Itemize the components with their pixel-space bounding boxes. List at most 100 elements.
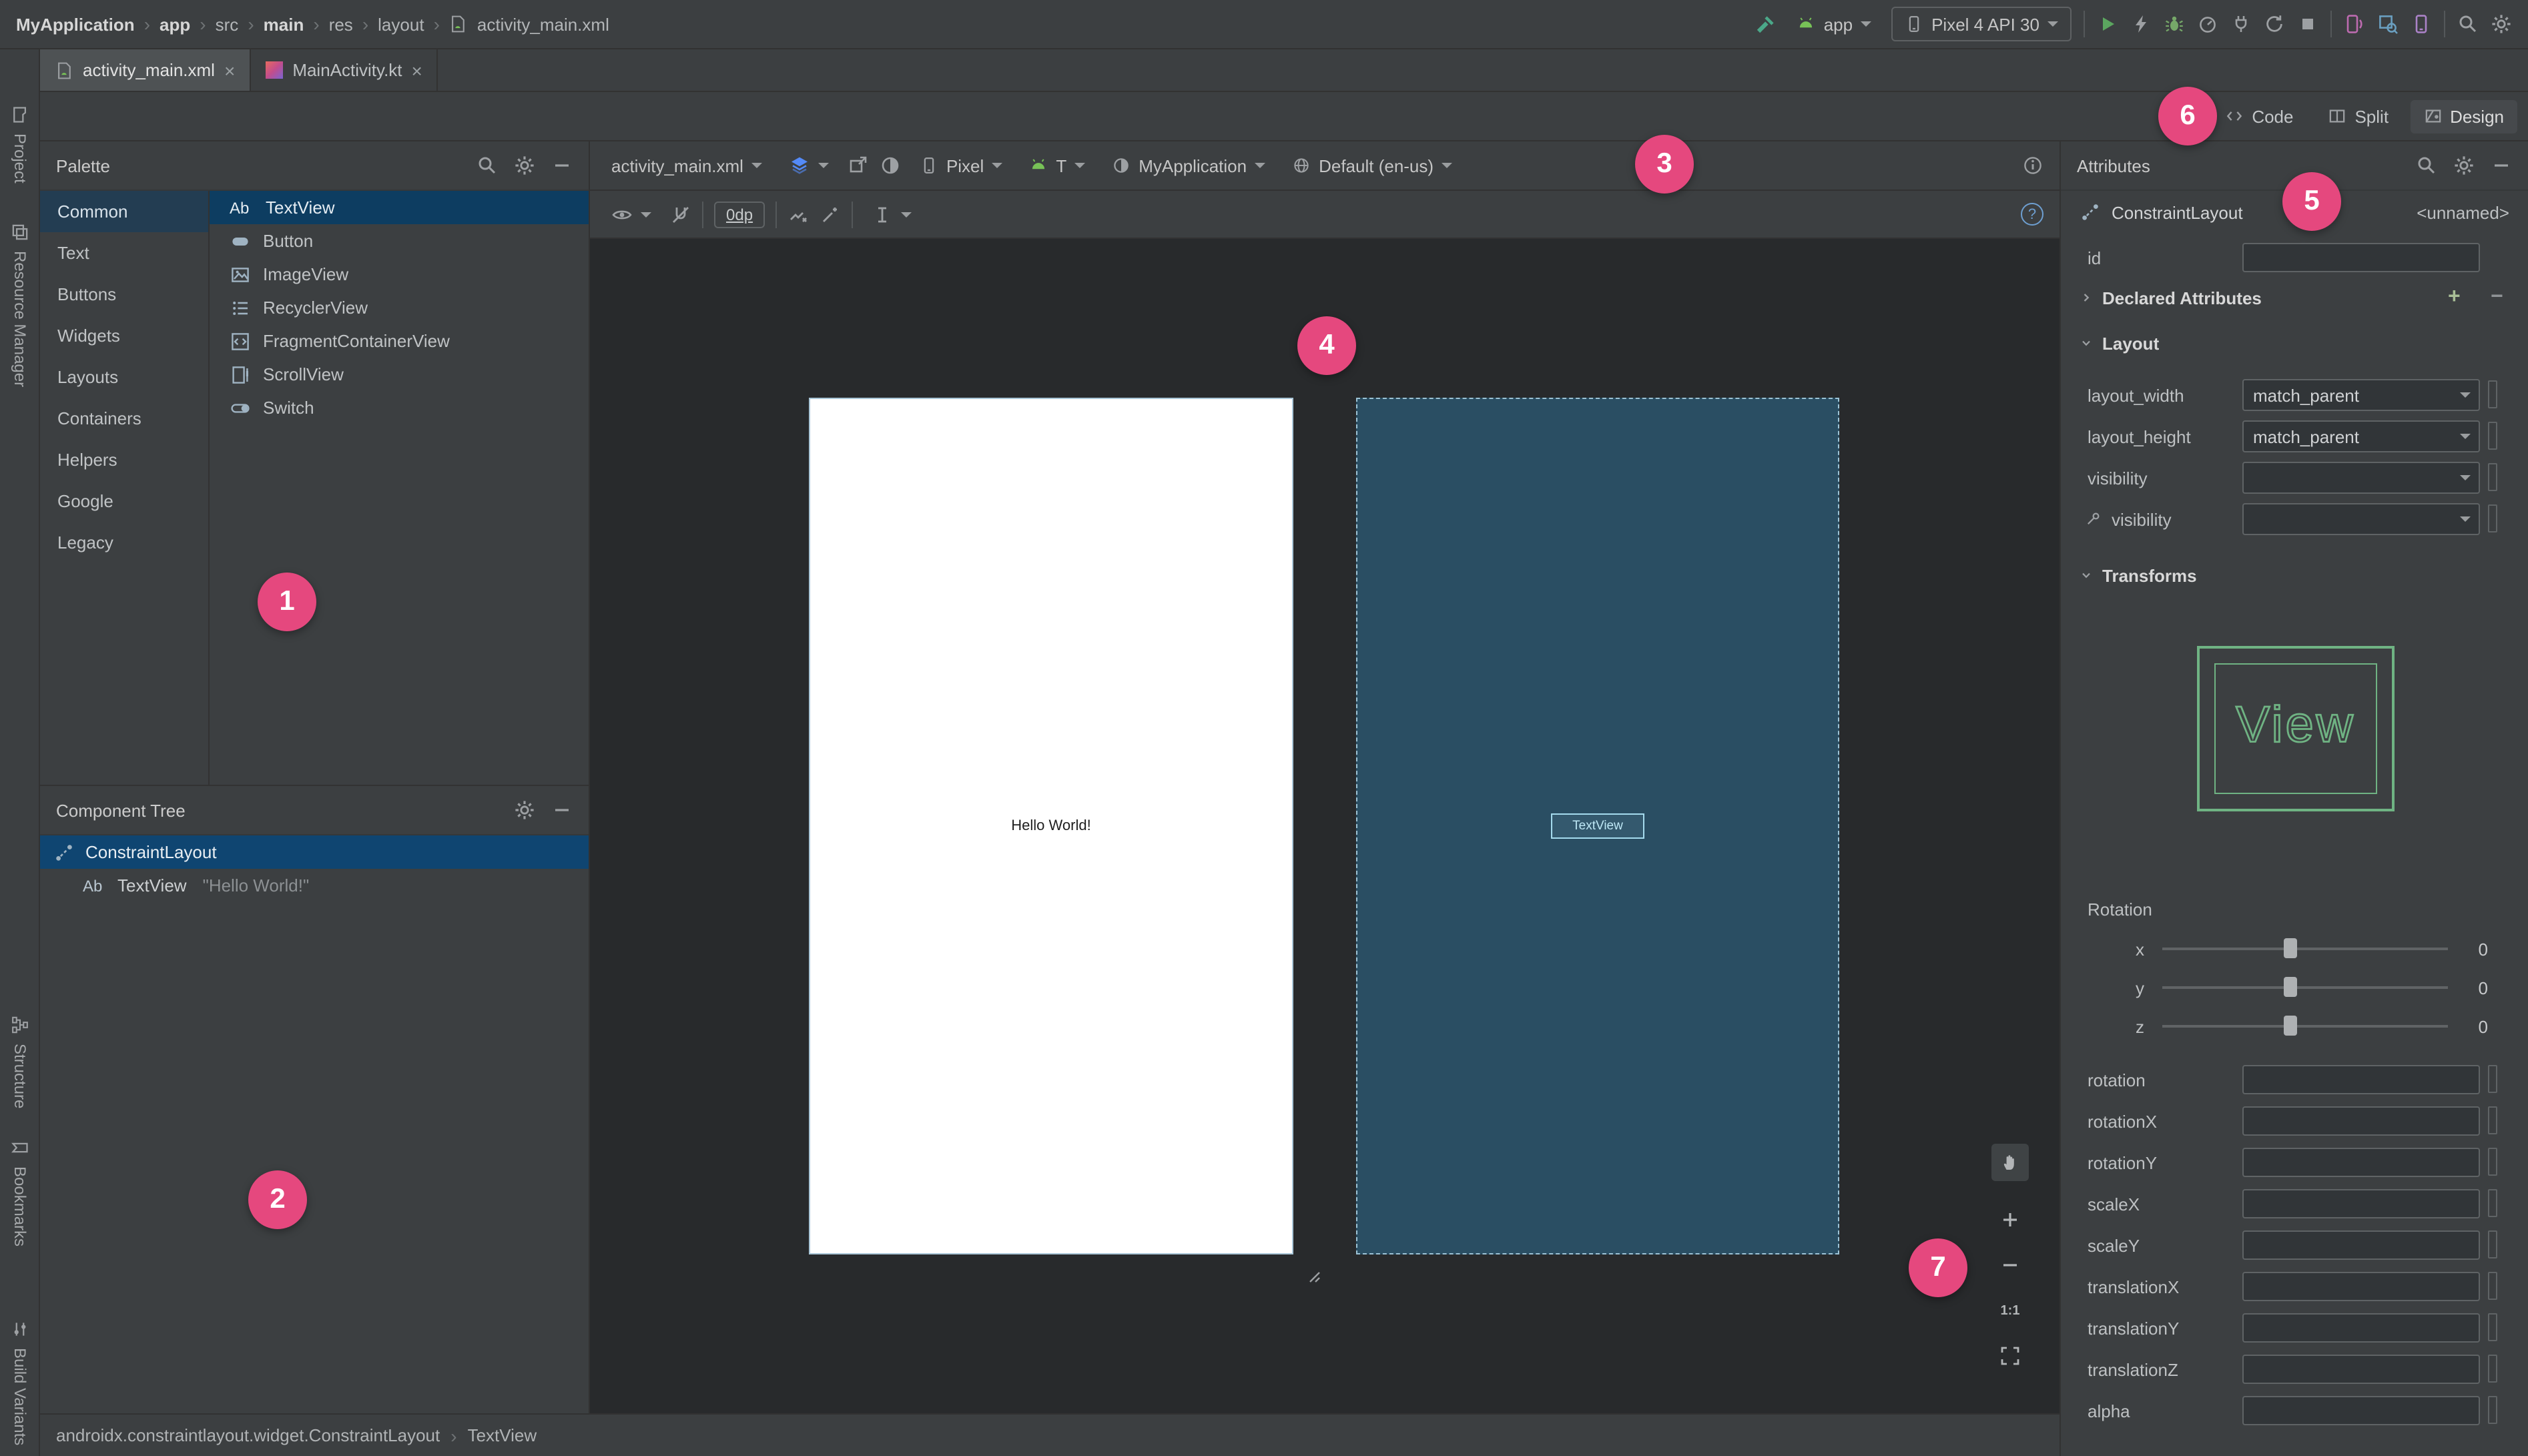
rotation-y-slider[interactable] [2162,986,2448,989]
status-breadcrumb-root[interactable]: androidx.constraintlayout.widget.Constra… [56,1425,440,1445]
search-everywhere-icon[interactable] [2457,13,2479,35]
status-breadcrumb-child[interactable]: TextView [468,1425,537,1445]
breadcrumb-item-app[interactable]: app [160,14,190,34]
breadcrumb-item-src[interactable]: src [216,14,239,34]
resource-picker-flag[interactable] [2488,1272,2497,1300]
add-attribute-button[interactable]: + [2448,286,2461,308]
palette-item-button[interactable]: Button [210,224,589,258]
breadcrumb-item-main[interactable]: main [264,14,304,34]
palette-category-buttons[interactable]: Buttons [40,274,208,315]
tab-activity-main-xml[interactable]: activity_main.xml × [40,49,252,91]
sidebar-item-bookmarks[interactable]: Bookmarks [0,1136,40,1246]
zoom-reset-button[interactable]: 1:1 [1991,1292,2029,1329]
rotation-x-slider[interactable] [2162,948,2448,950]
design-preview[interactable]: Hello World! [809,398,1293,1254]
palette-category-google[interactable]: Google [40,480,208,522]
breadcrumb-item-layout[interactable]: layout [378,14,424,34]
resize-handle-icon[interactable] [1303,1265,1324,1287]
slider-thumb[interactable] [2284,938,2297,958]
attach-debugger-icon[interactable] [2230,13,2252,35]
scaley-input[interactable] [2242,1230,2480,1260]
gear-icon[interactable] [2453,155,2475,176]
search-icon[interactable] [477,155,498,176]
rotationy-input[interactable] [2242,1148,2480,1177]
palette-category-legacy[interactable]: Legacy [40,522,208,563]
translationy-input[interactable] [2242,1313,2480,1343]
gear-icon[interactable] [514,799,535,821]
mode-design-button[interactable]: Design [2410,99,2517,133]
surface-type-dropdown[interactable] [781,148,837,183]
palette-category-common[interactable]: Common [40,191,208,232]
profiler-icon[interactable] [2197,13,2218,35]
orientation-icon[interactable] [848,155,869,176]
tab-main-activity-kt[interactable]: MainActivity.kt × [251,49,438,91]
build-hammer-icon[interactable] [1756,13,1777,35]
zoom-in-button[interactable] [1991,1201,2029,1238]
design-surface[interactable]: Hello World! TextView 1:1 [590,239,2060,1413]
slider-thumb[interactable] [2284,977,2297,997]
pan-button[interactable] [1991,1144,2029,1181]
alpha-input[interactable] [2242,1396,2480,1425]
close-icon[interactable]: × [412,61,422,79]
search-icon[interactable] [2416,155,2437,176]
night-mode-icon[interactable] [880,155,901,176]
help-icon[interactable]: ? [2021,203,2043,226]
guidelines-dropdown[interactable] [864,197,920,232]
hide-panel-icon[interactable] [551,799,573,821]
sync-icon[interactable] [2264,13,2285,35]
slider-thumb[interactable] [2284,1016,2297,1036]
clear-constraints-icon[interactable] [787,204,809,225]
tree-item-constraintlayout[interactable]: ConstraintLayout [40,835,589,869]
mode-split-button[interactable]: Split [2314,99,2402,133]
sidebar-item-build-variants[interactable]: Build Variants [0,1317,40,1445]
resource-picker-flag[interactable] [2488,1313,2497,1341]
resource-picker-flag[interactable] [2488,1355,2497,1383]
rotation-input[interactable] [2242,1065,2480,1094]
layout-height-dropdown[interactable]: match_parent [2242,420,2480,452]
id-input[interactable] [2242,243,2480,272]
debug-icon[interactable] [2164,13,2185,35]
translationz-input[interactable] [2242,1355,2480,1384]
rotationx-input[interactable] [2242,1106,2480,1136]
api-version-dropdown[interactable]: T [1021,148,1093,183]
layout-file-dropdown[interactable]: activity_main.xml [603,148,770,183]
palette-category-layouts[interactable]: Layouts [40,356,208,398]
resource-picker-flag[interactable] [2488,1148,2497,1176]
device-manager-icon[interactable] [2411,13,2432,35]
resource-picker-flag[interactable] [2488,1065,2497,1093]
palette-category-containers[interactable]: Containers [40,398,208,439]
tools-visibility-dropdown[interactable] [2242,503,2480,535]
gear-icon[interactable] [514,155,535,176]
blueprint-textview-widget[interactable]: TextView [1551,813,1644,839]
breadcrumb-item-res[interactable]: res [329,14,353,34]
sidebar-item-resource-manager[interactable]: Resource Manager [0,220,40,387]
run-config-dropdown[interactable]: app [1789,7,1879,41]
infer-constraints-icon[interactable] [820,204,841,225]
run-button[interactable] [2097,13,2118,35]
resource-picker-flag[interactable] [2488,1189,2497,1217]
locale-dropdown[interactable]: Default (en-us) [1284,148,1460,183]
resource-picker-flag[interactable] [2488,1396,2497,1424]
translationx-input[interactable] [2242,1272,2480,1301]
layout-section[interactable]: Layout [2061,326,2528,360]
layout-width-dropdown[interactable]: match_parent [2242,379,2480,411]
view-options-dropdown[interactable] [603,197,659,232]
resource-picker-flag[interactable] [2488,1230,2497,1258]
scalex-input[interactable] [2242,1189,2480,1218]
device-mirroring-icon[interactable] [2344,13,2365,35]
default-margin-dropdown[interactable]: 0dp [714,201,765,228]
hello-world-text[interactable]: Hello World! [1011,818,1090,834]
close-icon[interactable]: × [224,61,235,79]
settings-gear-icon[interactable] [2491,13,2512,35]
palette-item-switch[interactable]: Switch [210,391,589,424]
resource-picker-flag[interactable] [2488,463,2497,491]
theme-dropdown[interactable]: MyApplication [1104,148,1273,183]
hide-panel-icon[interactable] [2491,155,2512,176]
visibility-dropdown[interactable] [2242,462,2480,494]
resource-picker-flag[interactable] [2488,380,2497,408]
sidebar-item-structure[interactable]: Structure [0,1013,40,1108]
blueprint-preview[interactable]: TextView [1356,398,1839,1254]
hide-panel-icon[interactable] [551,155,573,176]
resource-picker-flag[interactable] [2488,422,2497,450]
rotation-z-slider[interactable] [2162,1025,2448,1028]
